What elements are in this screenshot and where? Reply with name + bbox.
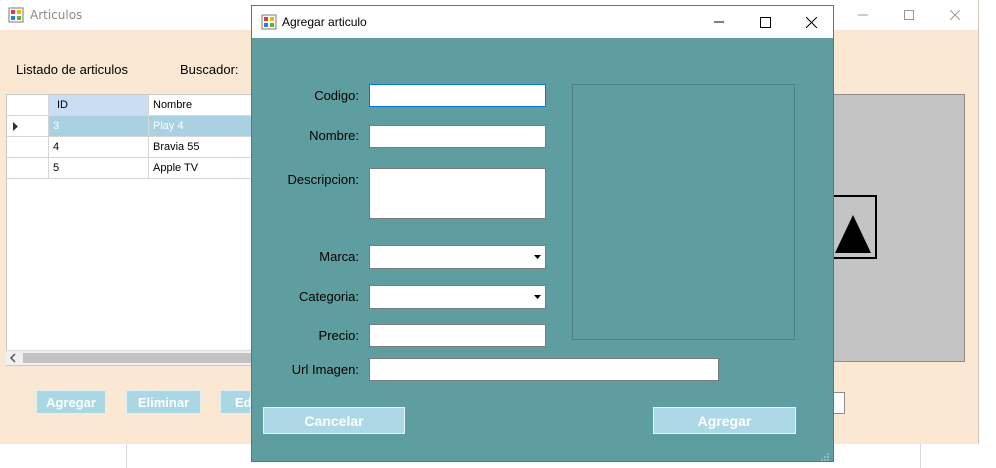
categoria-label: Categoria: (299, 289, 359, 304)
dialog-titlebar: Agregar articulo (252, 6, 833, 38)
url-imagen-field[interactable] (369, 358, 719, 381)
image-preview (572, 84, 795, 340)
descripcion-field[interactable] (369, 168, 546, 219)
eliminar-button[interactable]: Eliminar (126, 390, 201, 414)
close-icon[interactable] (788, 6, 834, 38)
table-row[interactable]: 4 Bravia 55 (7, 137, 254, 158)
table-row[interactable]: 5 Apple TV (7, 158, 254, 179)
nombre-label: Nombre: (309, 128, 359, 143)
app-icon (261, 14, 277, 30)
row-header-corner (7, 95, 49, 116)
divider (920, 444, 921, 468)
precio-label: Precio: (318, 328, 359, 343)
marca-dropdown[interactable] (369, 245, 546, 269)
listado-label: Listado de articulos (16, 62, 129, 77)
grid-header-row: ID Nombre (7, 95, 254, 116)
row-header[interactable] (7, 137, 49, 158)
minimize-icon[interactable] (840, 0, 886, 30)
table-row[interactable]: 3 Play 4 (7, 116, 254, 137)
row-pointer-icon (13, 122, 18, 131)
maximize-icon[interactable] (886, 0, 932, 30)
codigo-label: Codigo: (314, 88, 359, 103)
dropdown-arrow-icon[interactable] (529, 286, 545, 308)
precio-field[interactable] (369, 324, 546, 347)
maximize-icon[interactable] (742, 6, 788, 38)
descripcion-label: Descripcion: (287, 172, 359, 187)
window-title: Articulos (30, 8, 83, 22)
url-imagen-label: Url Imagen: (291, 362, 359, 377)
column-header-id[interactable]: ID (49, 95, 149, 116)
row-header[interactable] (7, 116, 49, 137)
buscador-label: Buscador: (180, 62, 239, 77)
cell-id[interactable]: 3 (49, 116, 149, 137)
articulos-grid[interactable]: ID Nombre 3 Play 4 4 Bravia 55 5 Apple T… (6, 94, 255, 366)
row-header[interactable] (7, 158, 49, 179)
scrollbar-thumb[interactable] (23, 353, 253, 363)
dialog-title: Agregar articulo (282, 15, 367, 29)
resize-grip-icon[interactable] (821, 450, 829, 461)
editar-button[interactable]: Ed (220, 390, 251, 414)
agregar-button[interactable]: Agregar (36, 390, 106, 414)
minimize-icon[interactable] (696, 6, 742, 38)
categoria-dropdown[interactable] (369, 285, 546, 309)
cell-id[interactable]: 5 (49, 158, 149, 179)
marca-label: Marca: (319, 249, 359, 264)
horizontal-scrollbar[interactable] (6, 350, 253, 365)
cancelar-button[interactable]: Cancelar (263, 407, 405, 434)
agregar-articulo-dialog: Agregar articulo Codigo: Nombre: Descrip… (251, 5, 834, 462)
agregar-submit-button[interactable]: Agregar (653, 407, 796, 434)
divider (126, 444, 127, 468)
cell-id[interactable]: 4 (49, 137, 149, 158)
scroll-left-icon[interactable] (9, 352, 17, 367)
article-image (827, 94, 965, 362)
dropdown-arrow-icon[interactable] (529, 246, 545, 268)
close-icon[interactable] (932, 0, 978, 30)
codigo-field[interactable] (369, 84, 546, 107)
app-icon (8, 7, 24, 23)
image-placeholder-icon (831, 195, 877, 259)
nombre-field[interactable] (369, 125, 546, 148)
